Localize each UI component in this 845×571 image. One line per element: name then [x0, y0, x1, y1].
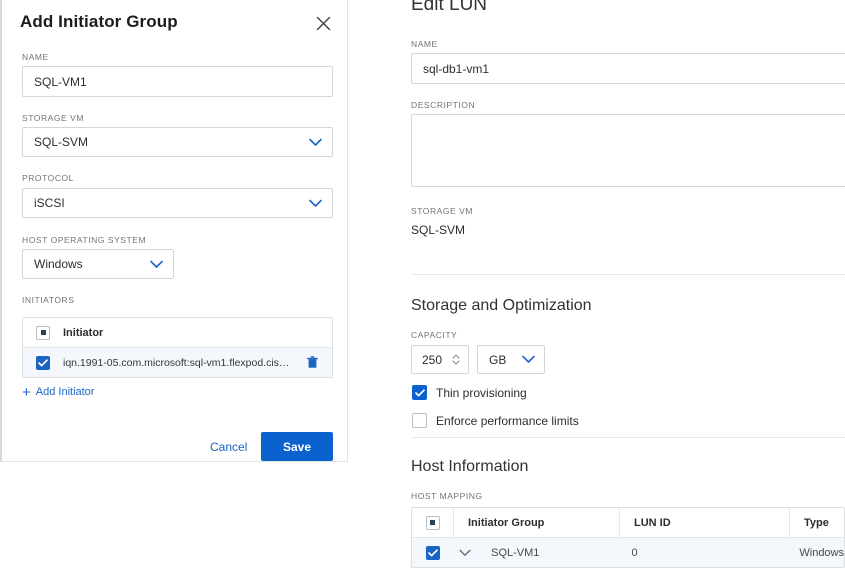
divider — [411, 274, 845, 275]
lun-name-label: NAME — [411, 39, 438, 49]
row-checkbox[interactable] — [425, 545, 440, 560]
host-information-heading: Host Information — [411, 458, 529, 475]
stepper-arrows-icon[interactable] — [452, 354, 460, 365]
divider — [411, 437, 845, 438]
select-all-checkbox-cell[interactable] — [23, 325, 63, 340]
protocol-label: PROTOCOL — [22, 173, 74, 183]
name-label: NAME — [22, 52, 49, 62]
cell-type: Windows — [799, 546, 844, 559]
dialog-title: Add Initiator Group — [20, 12, 178, 31]
host-os-value: Windows — [34, 257, 83, 271]
protocol-select[interactable]: iSCSI — [22, 188, 333, 218]
thin-provisioning-label: Thin provisioning — [436, 385, 527, 400]
capacity-stepper[interactable]: 250 — [411, 345, 469, 374]
thin-provisioning-checkbox[interactable] — [412, 385, 427, 400]
select-all-checkbox-cell[interactable] — [412, 508, 454, 537]
chevron-down-icon — [150, 260, 163, 269]
chevron-down-icon — [309, 199, 322, 208]
column-header-type: Type — [804, 516, 829, 529]
capacity-value: 250 — [422, 352, 443, 367]
capacity-label: CAPACITY — [411, 330, 458, 340]
lun-storage-vm-label: STORAGE VM — [411, 206, 474, 216]
chevron-down-icon — [522, 355, 535, 364]
cell-initiator-group: SQL-VM1 — [491, 546, 540, 559]
row-checkbox-cell[interactable] — [23, 355, 63, 370]
add-initiator-group-dialog: Add Initiator Group NAME SQL-VM1 STORAGE… — [0, 0, 348, 462]
column-header-initiator-group: Initiator Group — [454, 508, 620, 537]
select-all-checkbox[interactable] — [36, 325, 50, 340]
add-initiator-button[interactable]: + Add Initiator — [22, 383, 95, 401]
select-all-checkbox[interactable] — [425, 515, 440, 530]
lun-name-input[interactable]: sql-db1-vm1 — [411, 53, 845, 84]
protocol-value: iSCSI — [34, 196, 65, 210]
host-mapping-table-header: Initiator Group LUN ID Type — [412, 508, 844, 538]
capacity-unit-value: GB — [489, 352, 507, 367]
enforce-limits-row[interactable]: Enforce performance limits — [412, 413, 579, 428]
storage-optimization-heading: Storage and Optimization — [411, 297, 592, 314]
host-os-select[interactable]: Windows — [22, 249, 174, 279]
storage-vm-label: STORAGE VM — [22, 113, 85, 123]
host-mapping-table: Initiator Group LUN ID Type SQL-VM1 0 Wi… — [411, 507, 845, 568]
screen-root: Add Initiator Group NAME SQL-VM1 STORAGE… — [0, 0, 845, 571]
initiators-table-header: Initiator — [23, 318, 332, 348]
capacity-unit-select[interactable]: GB — [477, 345, 545, 374]
column-header-lun-id: LUN ID — [620, 508, 790, 537]
table-row[interactable]: SQL-VM1 0 Windows — [412, 538, 844, 567]
lun-description-label: DESCRIPTION — [411, 100, 476, 110]
thin-provisioning-row[interactable]: Thin provisioning — [412, 385, 527, 400]
table-row[interactable]: iqn.1991-05.com.microsoft:sql-vm1.flexpo… — [23, 348, 332, 377]
enforce-limits-label: Enforce performance limits — [436, 413, 579, 428]
initiator-value: iqn.1991-05.com.microsoft:sql-vm1.flexpo… — [63, 356, 292, 369]
host-mapping-label: HOST MAPPING — [411, 491, 483, 501]
chevron-down-icon — [309, 138, 322, 147]
lun-storage-vm-value: SQL-SVM — [411, 223, 466, 237]
column-header-initiator: Initiator — [63, 326, 104, 339]
row-select-cell[interactable] — [412, 538, 453, 567]
plus-icon: + — [22, 383, 31, 401]
lun-description-textarea[interactable] — [411, 114, 845, 187]
initiators-table: Initiator iqn.1991-05.com.microsoft:sql-… — [22, 317, 333, 378]
name-input[interactable]: SQL-VM1 — [22, 66, 333, 97]
initiators-label: INITIATORS — [22, 295, 75, 305]
host-os-label: HOST OPERATING SYSTEM — [22, 235, 147, 245]
close-icon[interactable] — [313, 13, 333, 33]
cancel-button[interactable]: Cancel — [210, 438, 252, 455]
row-checkbox[interactable] — [36, 355, 50, 370]
storage-vm-select[interactable]: SQL-SVM — [22, 127, 333, 157]
expand-row-chevron-down-icon[interactable] — [453, 538, 477, 567]
save-button[interactable]: Save — [261, 432, 333, 461]
storage-vm-value: SQL-SVM — [34, 135, 89, 149]
add-initiator-label: Add Initiator — [35, 386, 95, 398]
trash-icon[interactable] — [292, 356, 332, 369]
enforce-limits-checkbox[interactable] — [412, 413, 427, 428]
edit-lun-title: Edit LUN — [411, 0, 488, 15]
cell-lun-id: 0 — [631, 546, 638, 559]
